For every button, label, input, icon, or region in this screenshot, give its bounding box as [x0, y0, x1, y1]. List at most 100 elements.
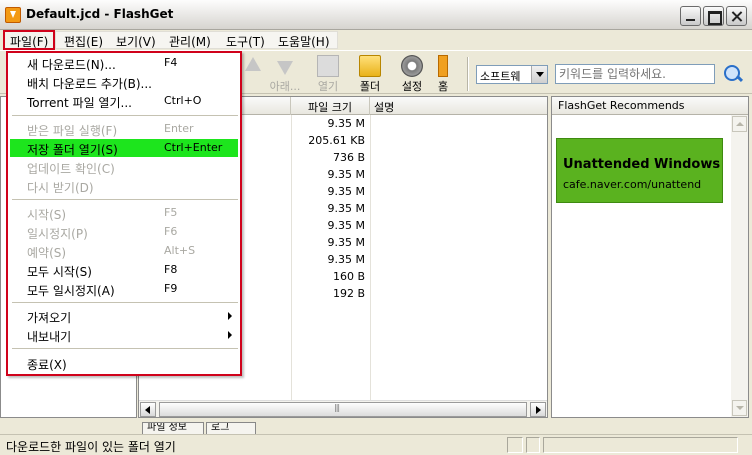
menu-item-redownload[interactable]: 다시 받기(D) — [10, 177, 238, 195]
toolbar-settings-button[interactable]: 설정 — [395, 55, 429, 93]
arrow-down-icon — [274, 55, 296, 77]
menu-edit[interactable]: 편집(E) — [58, 32, 109, 49]
toolbar-separator — [467, 57, 469, 91]
scroll-left-icon[interactable] — [140, 402, 156, 417]
menu-item-pause[interactable]: 일시정지(P) F6 — [10, 223, 238, 241]
menu-item-open-save-folder[interactable]: 저장 폴더 열기(S) Ctrl+Enter — [10, 139, 238, 157]
home-icon — [438, 55, 448, 77]
file-size-cell: 9.35 M — [327, 168, 365, 181]
tab-file-info[interactable]: 파일 정보 — [142, 422, 204, 434]
tab-log[interactable]: 로그 — [206, 422, 256, 434]
menu-item-schedule[interactable]: 예약(S) Alt+S — [10, 242, 238, 260]
column-header-description[interactable]: 설명 — [370, 97, 547, 115]
menu-item-label: 가져오기 — [27, 311, 72, 325]
menu-item-shortcut: F8 — [164, 263, 178, 276]
file-menu-dropdown: 새 다운로드(N)... F4 배치 다운로드 추가(B)... Torrent… — [6, 51, 242, 376]
category-select[interactable]: 소프트웨 — [476, 65, 548, 84]
status-cell — [543, 437, 738, 453]
scroll-thumb[interactable] — [159, 402, 527, 417]
status-text: 다운로드한 파일이 있는 폴더 열기 — [6, 440, 176, 454]
search-input[interactable] — [555, 64, 715, 84]
minimize-button[interactable] — [680, 6, 701, 26]
menu-item-batch-download[interactable]: 배치 다운로드 추가(B)... — [10, 73, 238, 91]
menu-item-label: 시작(S) — [27, 208, 67, 222]
menu-item-label: 다시 받기(D) — [27, 181, 94, 195]
submenu-arrow-icon — [228, 331, 232, 339]
status-bar: 다운로드한 파일이 있는 폴더 열기 — [0, 434, 752, 455]
menu-item-label: 저장 폴더 열기(S) — [27, 143, 118, 157]
toolbar-down-button[interactable]: 아래... — [268, 55, 302, 93]
menu-item-shortcut: Ctrl+O — [164, 94, 202, 107]
menu-help[interactable]: 도움말(H) — [272, 32, 336, 49]
ad-url: cafe.naver.com/unattend — [563, 178, 702, 191]
toolbar-settings-label: 설정 — [401, 80, 423, 93]
menu-manage[interactable]: 관리(M) — [163, 32, 217, 49]
menu-separator — [12, 199, 238, 200]
menu-item-label: 받은 파일 실행(F) — [27, 124, 118, 138]
menu-item-label: 업데이트 확인(C) — [27, 162, 115, 176]
menu-item-export[interactable]: 내보내기 — [10, 326, 238, 344]
file-size-cell: 9.35 M — [327, 219, 365, 232]
toolbar-folder-button[interactable]: 폴더 — [353, 55, 387, 93]
ad-banner[interactable]: Unattended Windows cafe.naver.com/unatte… — [556, 138, 723, 203]
menu-item-shortcut: F4 — [164, 56, 178, 69]
menu-item-run-file[interactable]: 받은 파일 실행(F) Enter — [10, 120, 238, 138]
status-cell — [526, 437, 540, 453]
menu-tools[interactable]: 도구(T) — [220, 32, 271, 49]
toolbar-home-button[interactable]: 홈 — [432, 55, 454, 93]
menu-item-pause-all[interactable]: 모두 일시정지(A) F9 — [10, 280, 238, 298]
chevron-down-icon[interactable] — [531, 66, 547, 83]
menu-item-shortcut: F9 — [164, 282, 178, 295]
menu-item-label: 모두 일시정지(A) — [27, 284, 115, 298]
toolbar-home-label: 홈 — [437, 80, 449, 93]
file-size-cell: 9.35 M — [327, 253, 365, 266]
menu-item-open-torrent[interactable]: Torrent 파일 열기... Ctrl+O — [10, 92, 238, 110]
arrow-up-icon — [242, 55, 264, 77]
close-button[interactable] — [726, 6, 747, 26]
menu-item-label: 내보내기 — [27, 330, 72, 344]
scroll-right-icon[interactable] — [530, 402, 546, 417]
ad-title: Unattended Windows — [563, 157, 721, 172]
maximize-button[interactable] — [703, 6, 724, 26]
menu-item-start-all[interactable]: 모두 시작(S) F8 — [10, 261, 238, 279]
menu-separator — [12, 302, 238, 303]
menu-item-check-update[interactable]: 업데이트 확인(C) — [10, 158, 238, 176]
menu-item-label: 종료(X) — [27, 358, 67, 372]
menu-item-label: Torrent 파일 열기... — [27, 96, 132, 110]
menu-separator — [12, 348, 238, 349]
horizontal-scrollbar[interactable] — [139, 400, 547, 417]
toolbar-open-button[interactable]: 열기 — [311, 55, 345, 93]
open-icon — [317, 55, 339, 77]
menu-view[interactable]: 보기(V) — [110, 32, 162, 49]
menu-item-shortcut: F5 — [164, 206, 178, 219]
menu-item-import[interactable]: 가져오기 — [10, 307, 238, 325]
menu-item-new-download[interactable]: 새 다운로드(N)... F4 — [10, 54, 238, 72]
category-select-value: 소프트웨 — [480, 70, 521, 83]
file-size-cell: 736 B — [332, 151, 365, 164]
menu-item-shortcut: Alt+S — [164, 244, 196, 257]
file-size-cell: 9.35 M — [327, 202, 365, 215]
file-size-cell: 205.61 KB — [308, 134, 365, 147]
submenu-arrow-icon — [228, 312, 232, 320]
menu-item-exit[interactable]: 종료(X) — [10, 354, 238, 372]
gear-icon — [401, 55, 423, 77]
menu-bar: 파일(F) 편집(E) 보기(V) 관리(M) 도구(T) 도움말(H) — [0, 30, 752, 50]
scroll-up-icon[interactable] — [732, 116, 747, 132]
column-header-size[interactable]: 파일 크기 — [291, 97, 370, 115]
file-size-cell: 192 B — [332, 287, 365, 300]
folder-icon — [359, 55, 381, 77]
file-size-cell: 9.35 M — [327, 117, 365, 130]
menu-item-label: 모두 시작(S) — [27, 265, 92, 279]
status-cell — [507, 437, 523, 453]
vertical-scrollbar[interactable] — [731, 115, 748, 417]
recommend-pane: FlashGet Recommends Unattended Windows c… — [551, 96, 749, 418]
menu-item-label: 새 다운로드(N)... — [27, 58, 116, 72]
menu-item-shortcut: Ctrl+Enter — [164, 141, 223, 154]
menu-item-start[interactable]: 시작(S) F5 — [10, 204, 238, 222]
toolbar-open-label: 열기 — [317, 80, 339, 93]
menu-item-shortcut: Enter — [164, 122, 194, 135]
search-icon[interactable] — [723, 64, 743, 84]
menu-file[interactable]: 파일(F) — [3, 30, 56, 50]
menu-item-label: 일시정지(P) — [27, 227, 88, 241]
scroll-down-icon[interactable] — [732, 400, 747, 416]
